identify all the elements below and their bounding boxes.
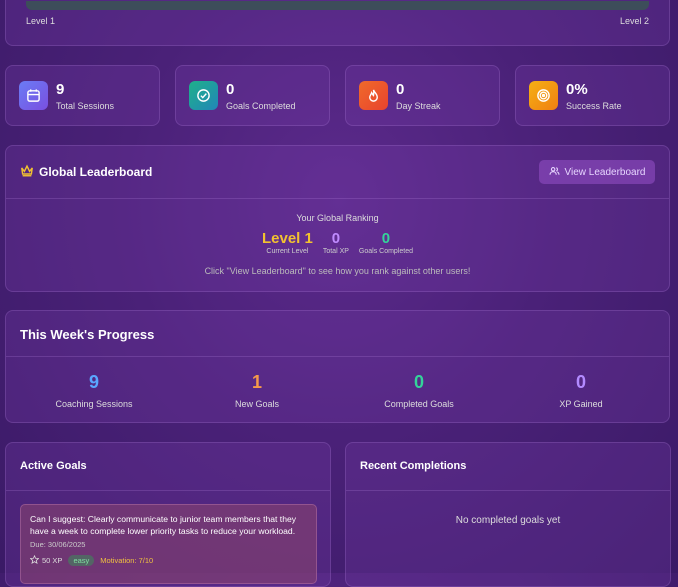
crown-icon bbox=[20, 164, 34, 182]
goal-text: Can I suggest: Clearly communicate to ju… bbox=[30, 514, 297, 536]
week-completed-goals: 0 Completed Goals bbox=[336, 371, 502, 409]
users-icon bbox=[549, 166, 560, 179]
check-circle-icon bbox=[189, 81, 218, 110]
level-from-label: Level 1 bbox=[26, 16, 56, 26]
stat-value: 0 bbox=[396, 81, 405, 98]
stat-label: Day Streak bbox=[396, 101, 441, 111]
stat-value: 9 bbox=[56, 81, 65, 98]
week-value: 0 bbox=[575, 372, 586, 392]
ranking-current-level: Level 1 Current Level bbox=[262, 230, 313, 255]
stat-day-streak: 0 Day Streak bbox=[345, 65, 500, 126]
stat-success-rate: 0% Success Rate bbox=[515, 65, 670, 126]
goal-due-date: Due: 30/06/2025 bbox=[30, 540, 86, 549]
view-leaderboard-button[interactable]: View Leaderboard bbox=[539, 160, 655, 184]
recent-completions-title: Recent Completions bbox=[360, 460, 467, 472]
recent-completions-card: Recent Completions No completed goals ye… bbox=[345, 442, 671, 587]
stat-value: 0 bbox=[226, 81, 235, 98]
stat-label: Success Rate bbox=[566, 101, 622, 111]
leaderboard-title: Global Leaderboard bbox=[39, 165, 153, 179]
week-value: 1 bbox=[251, 372, 262, 392]
ranking-goals-completed: 0 Goals Completed bbox=[359, 230, 413, 255]
weekly-progress-card: This Week's Progress 9 Coaching Sessions… bbox=[5, 310, 670, 423]
level-to-label: Level 2 bbox=[619, 16, 649, 26]
stat-goals-completed: 0 Goals Completed bbox=[175, 65, 330, 126]
ranking-row: Level 1 Current Level 0 Total XP 0 Goals… bbox=[6, 230, 669, 255]
recent-completions-empty: No completed goals yet bbox=[455, 515, 561, 526]
leaderboard-note: Click "View Leaderboard" to see how you … bbox=[204, 266, 471, 276]
stat-value: 0% bbox=[566, 81, 588, 98]
stat-label: Goals Completed bbox=[226, 101, 296, 111]
ranking-label: Goals Completed bbox=[358, 248, 414, 255]
star-icon bbox=[29, 554, 40, 566]
week-xp-gained: 0 XP Gained bbox=[498, 371, 664, 409]
week-new-goals: 1 New Goals bbox=[174, 371, 340, 409]
level-progress-card: Level 1 Level 2 bbox=[5, 0, 670, 46]
ranking-title: Your Global Ranking bbox=[296, 213, 379, 223]
calendar-icon bbox=[19, 81, 48, 110]
stat-total-sessions: 9 Total Sessions bbox=[5, 65, 160, 126]
ranking-value: Level 1 bbox=[261, 230, 313, 247]
week-label: Completed Goals bbox=[384, 399, 454, 409]
week-value: 9 bbox=[88, 372, 99, 392]
week-label: Coaching Sessions bbox=[55, 399, 133, 409]
ranking-label: Current Level bbox=[266, 248, 309, 255]
week-label: New Goals bbox=[234, 399, 279, 409]
ranking-value: 0 bbox=[331, 230, 341, 247]
target-icon bbox=[529, 81, 558, 110]
weekly-progress-header: This Week's Progress bbox=[6, 311, 669, 357]
flame-icon bbox=[359, 81, 388, 110]
goal-item[interactable]: Can I suggest: Clearly communicate to ju… bbox=[20, 504, 317, 584]
leaderboard-header: Global Leaderboard View Leaderboard bbox=[6, 146, 669, 199]
stat-label: Total Sessions bbox=[56, 101, 115, 111]
active-goals-title: Active Goals bbox=[20, 460, 87, 472]
ranking-total-xp: 0 Total XP bbox=[323, 230, 349, 255]
week-value: 0 bbox=[413, 372, 424, 392]
goal-xp: 50 XP bbox=[42, 556, 63, 565]
active-goals-header: Active Goals bbox=[6, 443, 330, 491]
goal-motivation: Motivation: 7/10 bbox=[100, 556, 154, 565]
week-coaching-sessions: 9 Coaching Sessions bbox=[11, 371, 177, 409]
global-leaderboard-card: Global Leaderboard View Leaderboard Your… bbox=[5, 145, 670, 292]
goal-difficulty-badge: easy bbox=[68, 555, 95, 566]
ranking-label: Total XP bbox=[322, 248, 349, 255]
ranking-value: 0 bbox=[381, 230, 391, 247]
weekly-progress-title: This Week's Progress bbox=[20, 327, 155, 342]
recent-completions-header: Recent Completions bbox=[346, 443, 670, 491]
week-label: XP Gained bbox=[559, 399, 603, 409]
active-goals-card: Active Goals Can I suggest: Clearly comm… bbox=[5, 442, 331, 587]
goal-meta: 50 XP easy Motivation: 7/10 bbox=[29, 554, 307, 566]
level-progress-bar bbox=[26, 1, 649, 10]
view-leaderboard-label: View Leaderboard bbox=[564, 166, 646, 178]
